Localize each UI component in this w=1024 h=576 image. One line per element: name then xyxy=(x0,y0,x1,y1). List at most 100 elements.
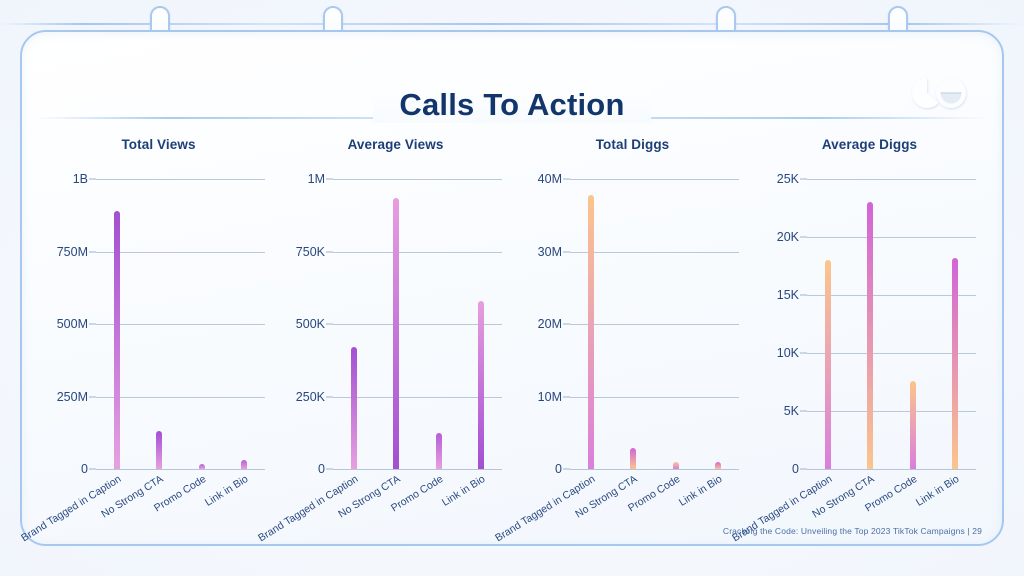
bar-slot xyxy=(418,179,460,469)
y-axis-tick-label: 0 xyxy=(318,462,325,476)
y-axis-tick-label: 750M xyxy=(56,244,88,259)
slide-card: Calls To Action Total Views 0 250M 500M 750M… xyxy=(19,30,1004,546)
bar[interactable] xyxy=(240,460,247,469)
y-axis-tick-label: 750K xyxy=(295,244,325,259)
axis-tick-mark xyxy=(563,251,570,252)
bar[interactable] xyxy=(156,430,163,469)
bar-slot xyxy=(697,179,739,469)
bar-slot xyxy=(570,179,612,469)
bar-group xyxy=(807,179,976,469)
charts-row: Total Views 0 250M 500M 750M 1B Brand Tagged i… xyxy=(19,137,988,544)
axis-tick-mark xyxy=(563,178,570,180)
chart-title: Total Diggs xyxy=(595,137,670,152)
bar-slot xyxy=(849,179,891,469)
bar-slot xyxy=(223,179,265,469)
gridline xyxy=(570,469,739,471)
chart-title: Average Views xyxy=(347,137,444,152)
bar-slot xyxy=(181,179,223,469)
bar-slot xyxy=(375,179,417,469)
page-title: Calls To Action xyxy=(373,87,651,123)
bar-slot xyxy=(612,179,654,469)
bar-slot xyxy=(934,179,976,469)
bar[interactable] xyxy=(714,462,721,469)
y-axis-tick-label: 10K xyxy=(776,346,799,360)
bar[interactable] xyxy=(672,462,679,469)
plot-area: 0 10M 20M 30M 40M xyxy=(538,172,739,476)
y-axis-tick-label: 500K xyxy=(295,317,325,331)
axis-tick-mark xyxy=(563,396,570,397)
gridline xyxy=(807,469,976,471)
bar[interactable] xyxy=(630,447,637,469)
chart-title: Total Views xyxy=(121,137,196,152)
x-axis-labels: Brand Tagged in Caption No Strong CTA Prom… xyxy=(493,473,739,544)
x-axis-labels: Brand Tagged in Caption No Strong CTA Prom… xyxy=(19,473,265,544)
bar[interactable] xyxy=(393,197,400,469)
chart-4: Average Diggs 0 5K 10K 15K 20K 25K Brand Tagged… xyxy=(730,137,988,544)
y-axis-tick-label: 15K xyxy=(776,288,799,302)
chart-1: Total Views 0 250M 500M 750M 1B Brand Tagged i… xyxy=(19,137,277,544)
y-axis-tick-label: 5K xyxy=(783,404,799,418)
y-axis-tick-label: 250M xyxy=(56,389,88,404)
y-axis-tick-label: 20M xyxy=(537,317,562,331)
axis-tick-mark xyxy=(326,468,333,470)
bar[interactable] xyxy=(951,257,958,469)
bar-slot xyxy=(655,179,697,469)
x-axis-label-slot: Link in Bio xyxy=(914,473,1003,509)
bar-slot xyxy=(460,179,502,469)
chart-2: Average Views 0 250K 500K 750K 1M Brand Tagged… xyxy=(256,137,514,544)
bar[interactable] xyxy=(435,432,442,469)
y-axis-tick-label: 1B xyxy=(72,172,88,186)
axis-tick-mark xyxy=(89,396,96,397)
plot-area: 0 250K 500K 750K 1M xyxy=(296,172,502,476)
bar-group xyxy=(96,179,265,469)
y-axis-tick-label: 250K xyxy=(295,389,325,404)
axis-tick-mark xyxy=(326,178,333,180)
title-block: Calls To Action xyxy=(22,87,1002,123)
axis-tick-mark xyxy=(800,236,807,238)
y-axis-tick-label: 10M xyxy=(537,389,562,404)
y-axis-tick-label: 0 xyxy=(555,462,562,476)
bar[interactable] xyxy=(198,464,205,469)
bar[interactable] xyxy=(867,202,874,469)
y-axis-tick-label: 500M xyxy=(56,317,88,331)
bar-group xyxy=(570,179,739,469)
bar-slot xyxy=(96,179,138,469)
x-axis-labels: Brand Tagged in Caption No Strong CTA Prom… xyxy=(256,473,502,544)
y-axis-tick-label: 30M xyxy=(537,244,562,259)
y-axis-tick-label: 0 xyxy=(81,462,88,476)
y-axis-tick-label: 0 xyxy=(792,462,799,476)
plot-area: 0 5K 10K 15K 20K 25K xyxy=(777,172,976,476)
axis-tick-mark xyxy=(800,178,807,180)
bar[interactable] xyxy=(909,380,916,469)
gridline xyxy=(333,469,502,471)
axis-tick-mark xyxy=(800,468,807,470)
bar[interactable] xyxy=(588,194,595,469)
bar-group xyxy=(333,179,502,469)
footer-text: Cracking the Code: Unveiling the Top 202… xyxy=(722,526,982,536)
axis-tick-mark xyxy=(326,251,333,252)
axis-tick-mark xyxy=(800,352,807,354)
bar[interactable] xyxy=(477,300,484,469)
y-axis-tick-label: 20K xyxy=(776,230,799,244)
axis-tick-mark xyxy=(326,396,333,397)
bar-slot xyxy=(892,179,934,469)
bar-slot xyxy=(807,179,849,469)
bar[interactable] xyxy=(825,260,832,469)
axis-tick-mark xyxy=(800,410,807,412)
y-axis-tick-label: 1M xyxy=(307,172,325,186)
brand-logo-icon xyxy=(908,74,970,112)
axis-tick-mark xyxy=(89,468,96,470)
slide-canvas: Calls To Action Total Views 0 250M 500M 750M… xyxy=(0,0,1024,576)
chart-title: Average Diggs xyxy=(821,137,918,152)
plot-area: 0 250M 500M 750M 1B xyxy=(57,172,265,476)
chart-3: Total Diggs 0 10M 20M 30M 40M Brand Tagged in … xyxy=(493,137,751,544)
bar-slot xyxy=(138,179,180,469)
axis-tick-mark xyxy=(89,251,96,252)
bar[interactable] xyxy=(351,347,358,469)
bar[interactable] xyxy=(114,210,121,469)
axis-tick-mark xyxy=(89,323,96,325)
axis-tick-mark xyxy=(89,178,96,180)
axis-tick-mark xyxy=(800,294,807,296)
axis-tick-mark xyxy=(563,323,570,325)
axis-tick-mark xyxy=(563,468,570,470)
